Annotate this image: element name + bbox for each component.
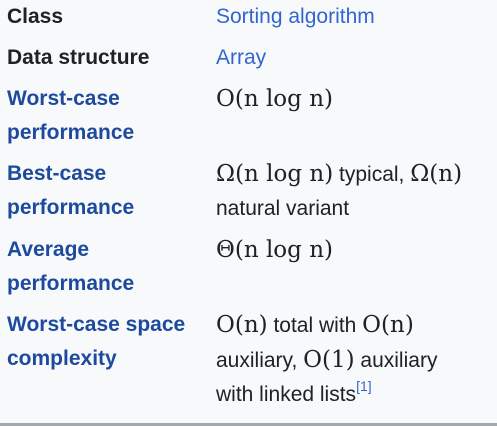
math-space-constant: O(1) — [303, 347, 355, 373]
text-natural-variant: natural variant — [216, 197, 350, 220]
math-best-natural: Ω(n) — [410, 161, 463, 187]
label-class: Class — [7, 5, 64, 28]
worst-case-performance-link[interactable]: Worst-case performance — [7, 82, 212, 150]
value-class: Sorting algorithm — [216, 0, 491, 34]
value-average: Θ(n log n) — [216, 233, 491, 268]
reference-link[interactable]: [1] — [356, 378, 372, 394]
label-line-2: performance — [7, 121, 135, 144]
value-worst-case: O(n log n) — [216, 82, 491, 117]
label-data-structure: Data structure — [7, 46, 150, 69]
array-link[interactable]: Array — [216, 46, 266, 69]
value-space-complexity: O(n) total with O(n) auxiliary, O(1) aux… — [216, 308, 491, 412]
best-case-performance-link[interactable]: Best-case performance — [7, 157, 212, 225]
math-space-total: O(n) — [216, 312, 268, 338]
infobox: Class Sorting algorithm Data structure A… — [0, 0, 497, 426]
math-best-typical: Ω(n log n) — [216, 161, 334, 187]
text-typical: typical, — [333, 163, 411, 186]
label-line-2: complexity — [7, 347, 117, 370]
text-auxiliary: auxiliary, — [216, 349, 304, 372]
label-line-1: Average — [7, 238, 90, 261]
text-linked-lists: with linked lists — [216, 383, 357, 406]
text-total-with: total with — [267, 314, 363, 337]
label-line-1: Best-case — [7, 162, 107, 185]
math-worst-case: O(n log n) — [216, 86, 333, 112]
average-performance-link[interactable]: Average performance — [7, 233, 212, 301]
label-line-2: performance — [7, 196, 135, 219]
text-auxiliary-2: auxiliary — [354, 349, 438, 372]
value-best-case: Ω(n log n) typical, Ω(n) natural variant — [216, 157, 491, 226]
label-line-1: Worst-case — [7, 87, 120, 110]
worst-case-space-complexity-link[interactable]: Worst-case space complexity — [7, 308, 212, 376]
sorting-algorithm-link[interactable]: Sorting algorithm — [216, 5, 375, 28]
value-data-structure: Array — [216, 41, 491, 75]
math-average: Θ(n log n) — [216, 237, 333, 263]
label-line-2: performance — [7, 272, 135, 295]
label-line-1: Worst-case space — [7, 313, 186, 336]
math-space-aux: O(n) — [362, 312, 414, 338]
